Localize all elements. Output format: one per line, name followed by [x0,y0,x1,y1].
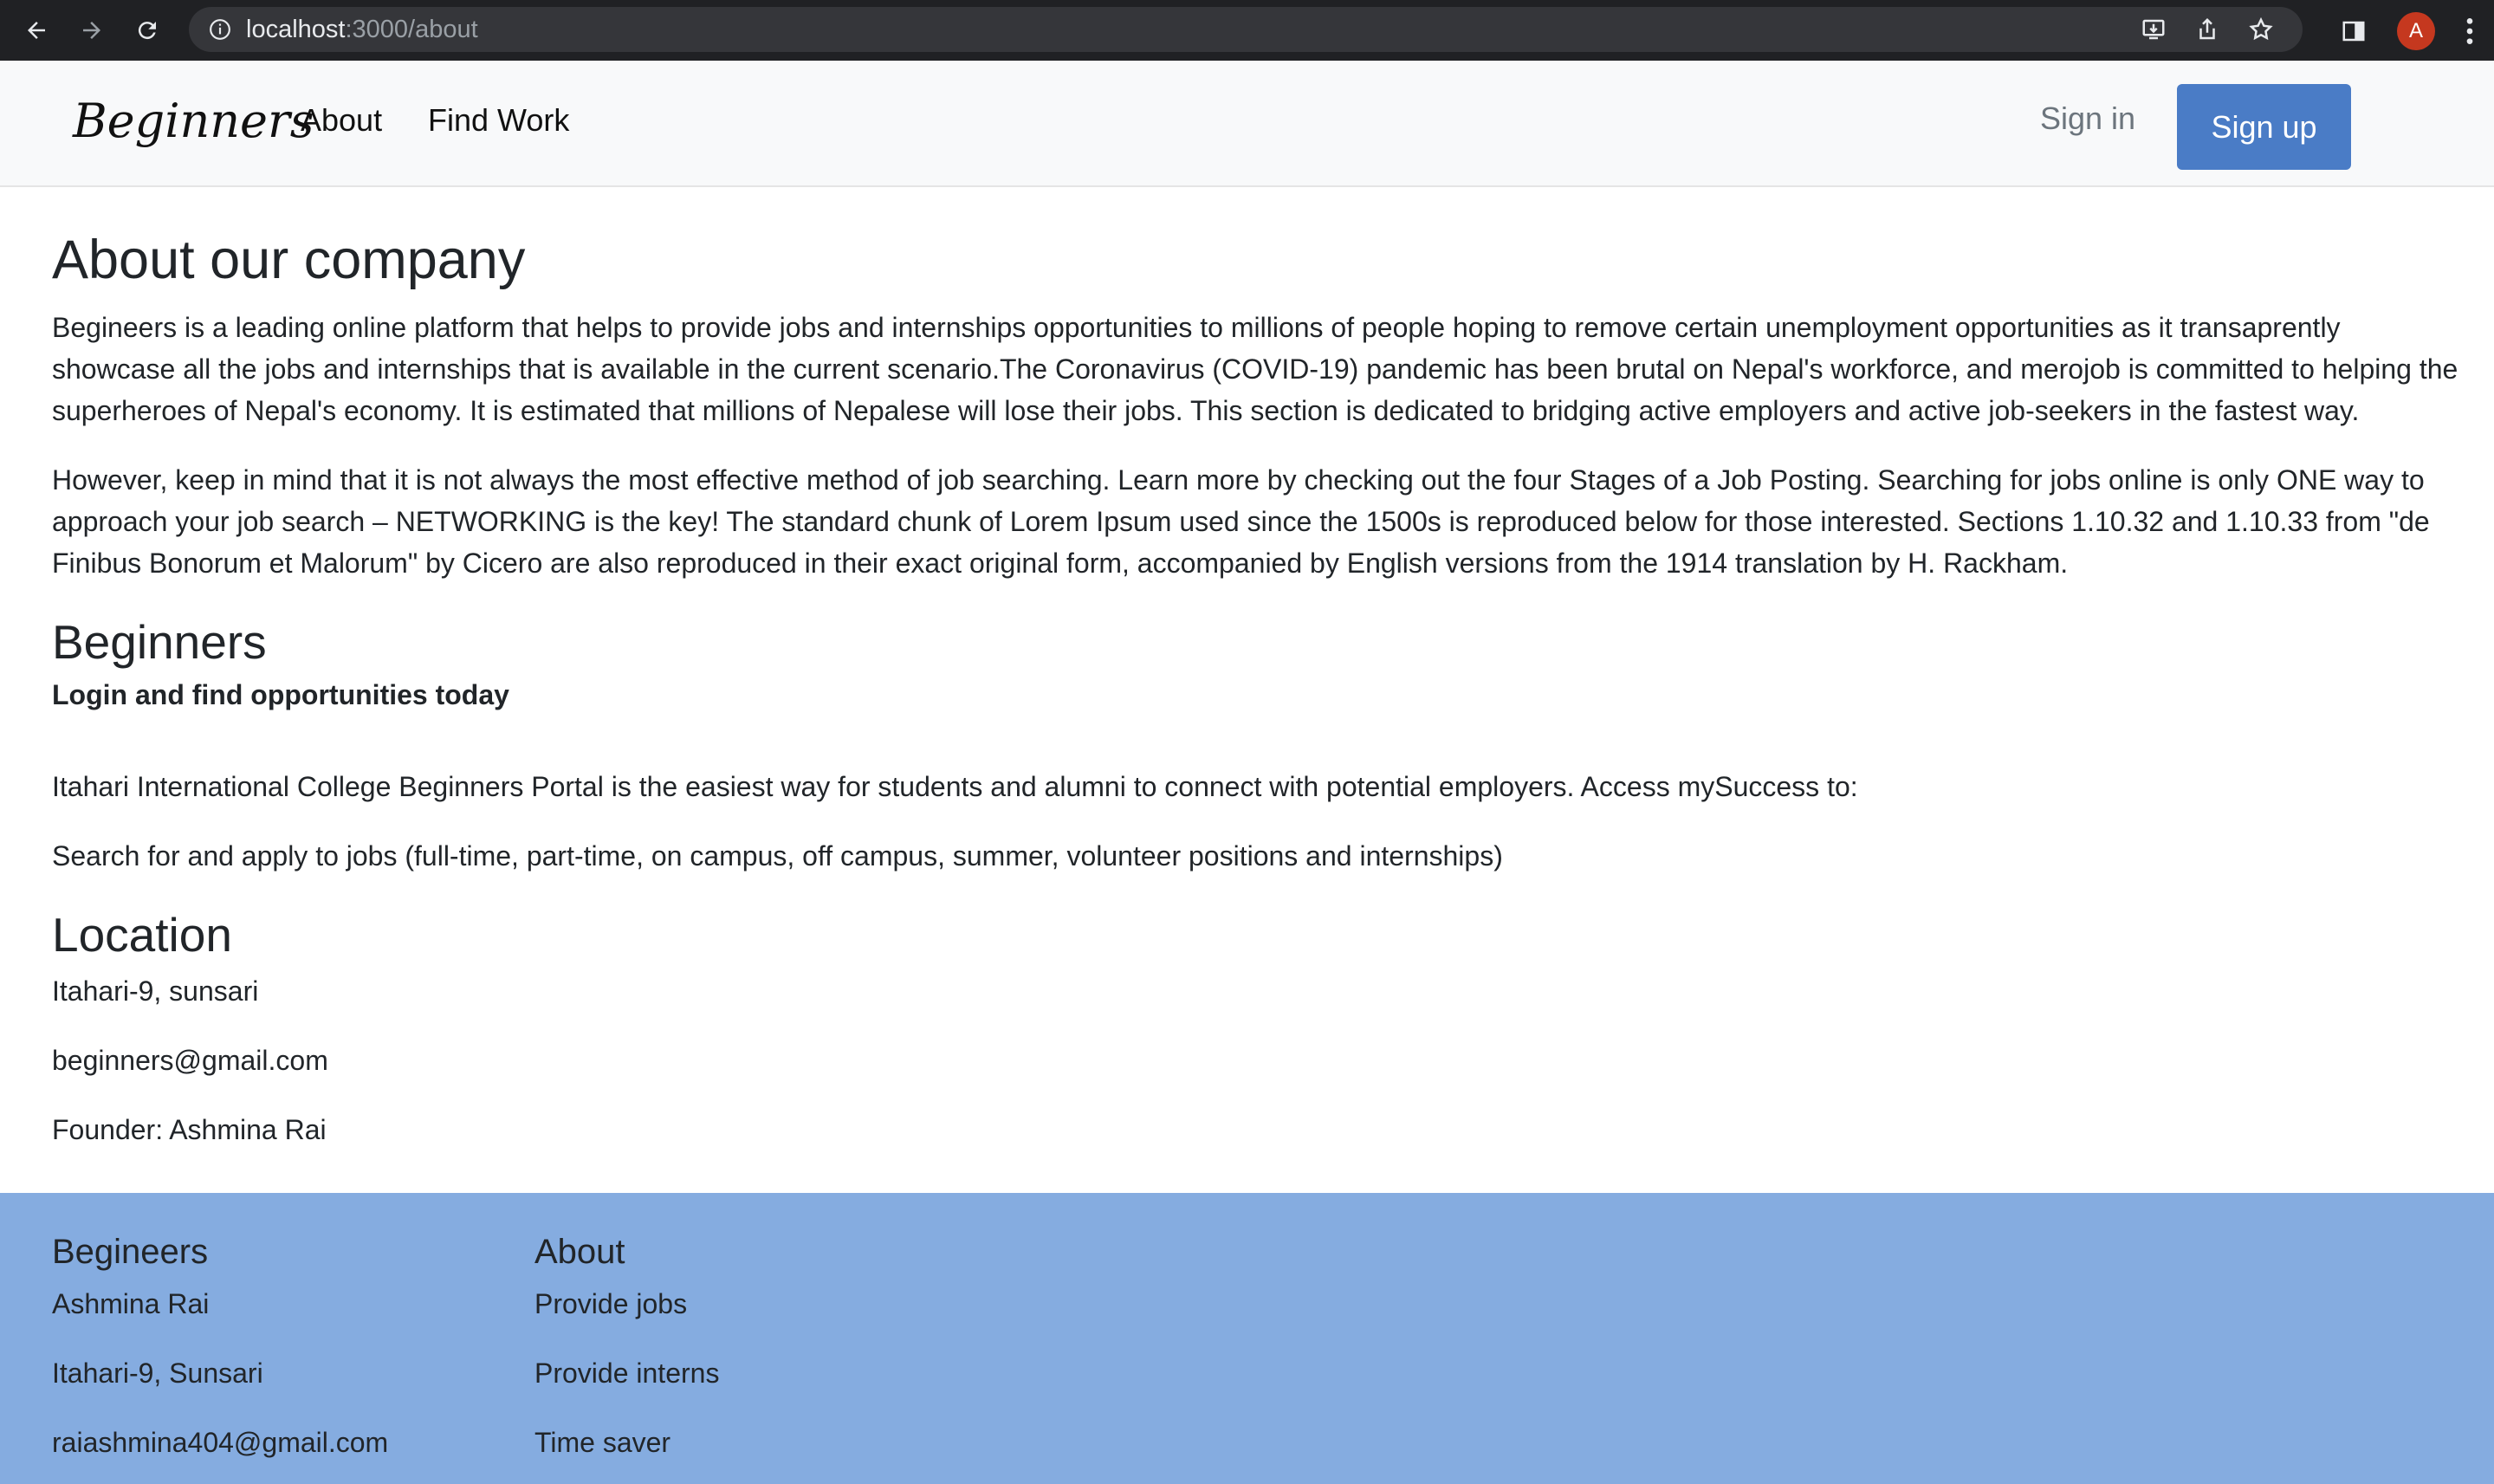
back-arrow-icon[interactable] [19,13,54,48]
location-founder: Founder: Ashmina Rai [52,1114,327,1145]
main-content: About our company Begineers is a leading… [52,225,2469,1150]
about-paragraph-2: However, keep in mind that it is not alw… [52,464,2430,579]
beginners-tagline: Login and find opportunities today [52,679,509,710]
portal-description: Itahari International College Beginners … [52,771,1858,802]
location-address: Itahari-9, sunsari [52,975,259,1007]
footer-item: Provide interns [534,1358,720,1389]
footer-company-heading: Begineers [52,1233,209,1271]
location-heading: Location [52,908,232,962]
footer-item: Provide jobs [534,1288,688,1319]
beginners-heading: Beginners [52,615,267,669]
nav-link-about[interactable]: About [301,102,382,139]
location-email: beginners@gmail.com [52,1045,328,1076]
more-menu-icon[interactable] [2461,14,2478,49]
address-bar[interactable]: localhost:3000/about [189,7,2303,52]
footer-item: Time saver [534,1427,671,1458]
search-description: Search for and apply to jobs (full-time,… [52,840,1503,872]
nav-link-find-work[interactable]: Find Work [428,102,569,139]
install-app-icon[interactable] [2136,12,2171,47]
url-path: :3000/about [345,15,478,43]
share-icon[interactable] [2190,12,2225,47]
url-text: localhost:3000/about [246,16,478,44]
sign-up-button[interactable]: Sign up [2177,84,2351,170]
site-info-icon[interactable] [206,16,234,43]
about-paragraph-1: Begineers is a leading online platform t… [52,312,2458,426]
footer-item: raiashmina404@gmail.com [52,1427,389,1458]
sign-in-link[interactable]: Sign in [2040,100,2135,137]
footer-item: Ashmina Rai [52,1288,210,1319]
side-panel-icon[interactable] [2336,14,2371,49]
page-title: About our company [52,230,526,290]
brand-logo[interactable]: Beginners [73,94,314,148]
bookmark-star-icon[interactable] [2244,12,2278,47]
site-navbar: Beginners About Find Work Sign in Sign u… [0,61,2494,187]
profile-avatar[interactable]: A [2397,12,2435,50]
footer-item: Itahari-9, Sunsari [52,1358,263,1389]
url-host: localhost [246,15,346,43]
forward-arrow-icon[interactable] [74,13,109,48]
reload-icon[interactable] [130,13,165,48]
browser-toolbar: localhost:3000/about A [0,0,2494,61]
site-footer: Begineers Ashmina Rai Itahari-9, Sunsari… [0,1193,2494,1484]
footer-about-heading: About [534,1233,625,1271]
footer-column-about: About Provide jobs Provide interns Time … [534,1226,719,1463]
footer-column-company: Begineers Ashmina Rai Itahari-9, Sunsari… [52,1226,388,1463]
